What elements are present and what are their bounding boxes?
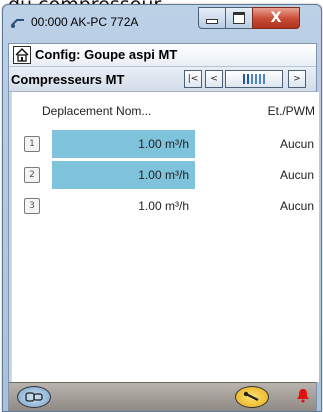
compressor-index-icon: 3 (24, 198, 40, 214)
prev-page-icon: < (210, 74, 218, 84)
next-page-button[interactable]: > (288, 70, 306, 88)
pwm-value[interactable]: Aucun (280, 192, 316, 220)
alarm-button[interactable] (295, 387, 311, 403)
compressor-button[interactable] (17, 386, 51, 408)
table-row[interactable]: 3 1.00 m³/h Aucun (12, 192, 316, 220)
first-page-button[interactable]: |< (184, 70, 202, 88)
close-button[interactable]: X (252, 7, 300, 29)
displacement-value[interactable]: 1.00 m³/h (52, 161, 195, 189)
table-row[interactable]: 1 1.00 m³/h Aucun (12, 130, 316, 158)
next-page-icon: > (293, 74, 301, 84)
column-header-displacement: Deplacement Nom... (42, 104, 152, 118)
page-tick (251, 74, 253, 84)
displacement-value[interactable]: 1.00 m³/h (52, 130, 195, 158)
first-page-icon: |< (187, 74, 199, 84)
wrench-icon (243, 391, 259, 401)
page-tick (243, 74, 245, 84)
maximize-button[interactable] (225, 7, 253, 29)
table-row[interactable]: 2 1.00 m³/h Aucun (12, 161, 316, 189)
close-icon: X (270, 10, 282, 26)
page-tick (263, 74, 265, 84)
title-bar[interactable]: 00:000 AK-PC 772A X (3, 5, 321, 43)
network-icon (11, 16, 25, 30)
footer-toolbar (9, 382, 316, 411)
page-indicator[interactable] (225, 70, 283, 88)
page-tick (255, 74, 257, 84)
pwm-value[interactable]: Aucun (280, 161, 316, 189)
section-title: Compresseurs MT (11, 72, 125, 87)
maximize-icon (233, 12, 245, 24)
prev-page-button[interactable]: < (205, 70, 223, 88)
displacement-value[interactable]: 1.00 m³/h (52, 192, 195, 220)
service-button[interactable] (235, 386, 269, 408)
pwm-value[interactable]: Aucun (280, 130, 316, 158)
window-title: 00:000 AK-PC 772A (31, 15, 139, 29)
compressor-icon (25, 392, 43, 402)
section-header: Compresseurs MT |< < > (9, 67, 316, 92)
compressor-index-icon: 2 (24, 167, 40, 183)
compressor-index-icon: 1 (24, 136, 40, 152)
home-icon (15, 47, 29, 62)
minimize-button[interactable] (198, 7, 226, 29)
page-header: Config: Goupe aspi MT (9, 44, 316, 67)
page-tick (259, 74, 261, 84)
alarm-bell-icon (297, 389, 309, 403)
page-tick (247, 74, 249, 84)
app-window: 00:000 AK-PC 772A X Config: Goupe aspi M… (2, 4, 322, 412)
page-title: Config: Goupe aspi MT (35, 47, 178, 62)
home-button[interactable] (13, 46, 31, 64)
compressor-table: Deplacement Nom... Et./PWM 1 1.00 m³/h A… (9, 92, 319, 382)
column-header-pwm: Et./PWM (267, 104, 315, 118)
minimize-icon (206, 19, 218, 24)
client-area: Config: Goupe aspi MT Compresseurs MT |<… (8, 43, 319, 411)
